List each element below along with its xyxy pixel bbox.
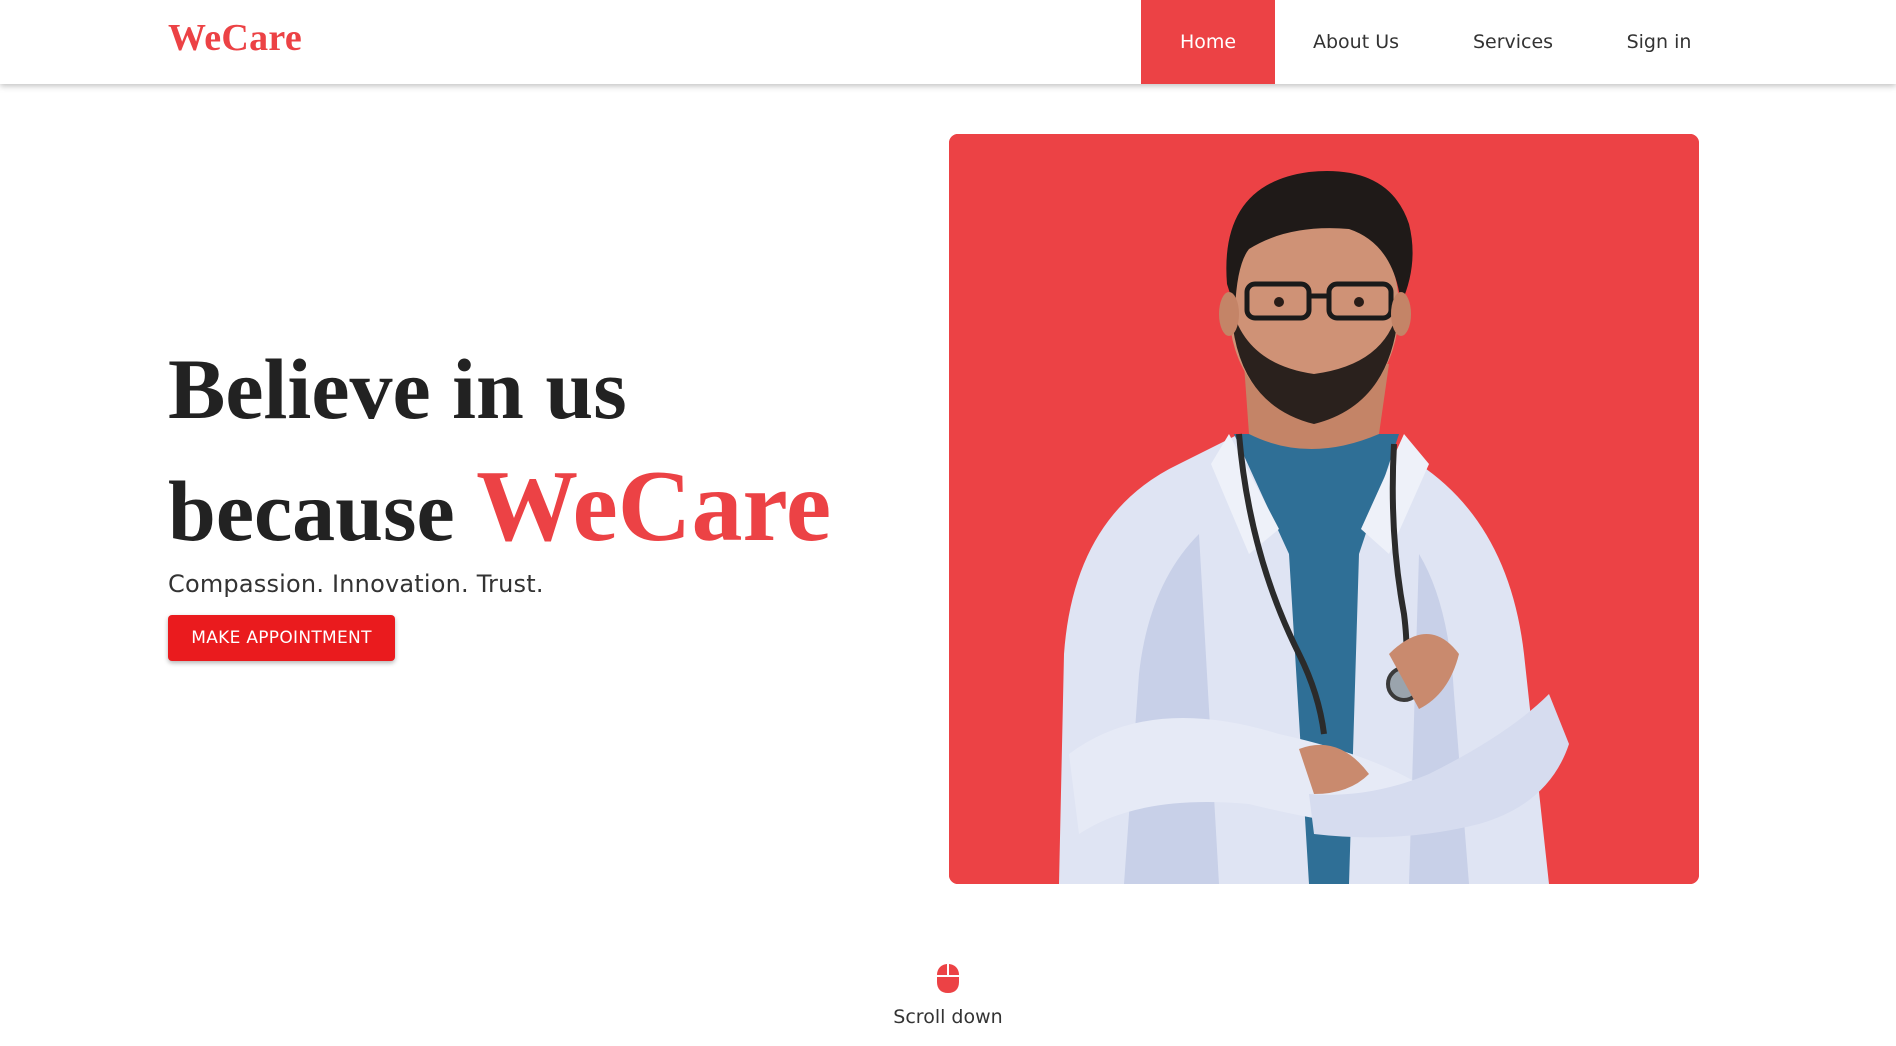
doctor-portrait-image [949, 134, 1699, 884]
brand-logo[interactable]: WeCare [168, 16, 302, 60]
hero-line-2-prefix: because [168, 463, 455, 559]
nav-item-services[interactable]: Services [1437, 0, 1589, 84]
hero-tagline: Compassion. Innovation. Trust. [168, 570, 544, 598]
nav-item-about-us[interactable]: About Us [1275, 0, 1437, 84]
nav-item-sign-in[interactable]: Sign in [1589, 0, 1729, 84]
main-nav: Home About Us Services Sign in [1141, 0, 1729, 84]
make-appointment-button[interactable]: MAKE APPOINTMENT [168, 615, 395, 661]
scroll-down-label[interactable]: Scroll down [848, 1006, 1048, 1028]
hero-brand-word: WeCare [476, 450, 832, 563]
site-header: WeCare Home About Us Services Sign in [0, 0, 1896, 84]
hero-heading: Believe in us because WeCare [168, 330, 831, 570]
nav-item-home[interactable]: Home [1141, 0, 1275, 84]
mouse-icon[interactable] [935, 963, 961, 994]
hero-image [949, 134, 1699, 884]
hero-line-1: Believe in us [168, 341, 627, 437]
